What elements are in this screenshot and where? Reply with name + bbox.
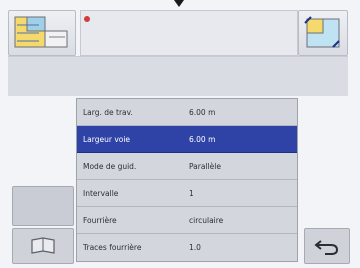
field-view-button[interactable] bbox=[298, 10, 348, 56]
setting-value: 1 bbox=[189, 188, 194, 198]
status-indicator-icon bbox=[84, 16, 90, 22]
field-map-button[interactable] bbox=[8, 10, 76, 56]
settings-row[interactable]: Fourrière circulaire bbox=[77, 207, 297, 234]
settings-row[interactable]: Intervalle 1 bbox=[77, 180, 297, 207]
setting-label: Intervalle bbox=[83, 188, 119, 198]
top-pointer-icon bbox=[174, 0, 184, 7]
setting-label: Fourrière bbox=[83, 215, 117, 225]
setting-value: 6.00 m bbox=[189, 134, 216, 144]
return-arrow-icon bbox=[314, 240, 339, 255]
settings-row-selected[interactable]: Largeur voie 6.00 m bbox=[77, 126, 297, 153]
settings-row[interactable]: Mode de guid. Parallèle bbox=[77, 153, 297, 180]
display-screen: Larg. de trav. 6.00 m Largeur voie 6.00 … bbox=[0, 0, 360, 268]
field-map-icon bbox=[14, 16, 68, 48]
setting-label: Traces fourrière bbox=[83, 243, 142, 252]
setting-label: Largeur voie bbox=[83, 134, 131, 144]
settings-table: Larg. de trav. 6.00 m Largeur voie 6.00 … bbox=[76, 98, 298, 262]
back-button[interactable] bbox=[304, 228, 350, 264]
header-band bbox=[8, 56, 348, 96]
notebook-button[interactable] bbox=[12, 228, 74, 264]
setting-label: Larg. de trav. bbox=[83, 107, 133, 117]
field-view-icon bbox=[304, 16, 340, 48]
setting-value: 6.00 m bbox=[189, 107, 216, 117]
top-bar bbox=[8, 10, 348, 56]
setting-label: Mode de guid. bbox=[83, 161, 137, 171]
setting-value: Parallèle bbox=[189, 161, 221, 171]
settings-row[interactable]: Larg. de trav. 6.00 m bbox=[77, 99, 297, 126]
notebook-icon bbox=[31, 237, 55, 254]
settings-row[interactable]: Traces fourrière 1.0 bbox=[77, 234, 297, 261]
setting-value: circulaire bbox=[189, 215, 224, 225]
side-button[interactable] bbox=[12, 186, 74, 226]
title-field bbox=[80, 10, 298, 56]
setting-value: 1.0 bbox=[189, 243, 201, 252]
